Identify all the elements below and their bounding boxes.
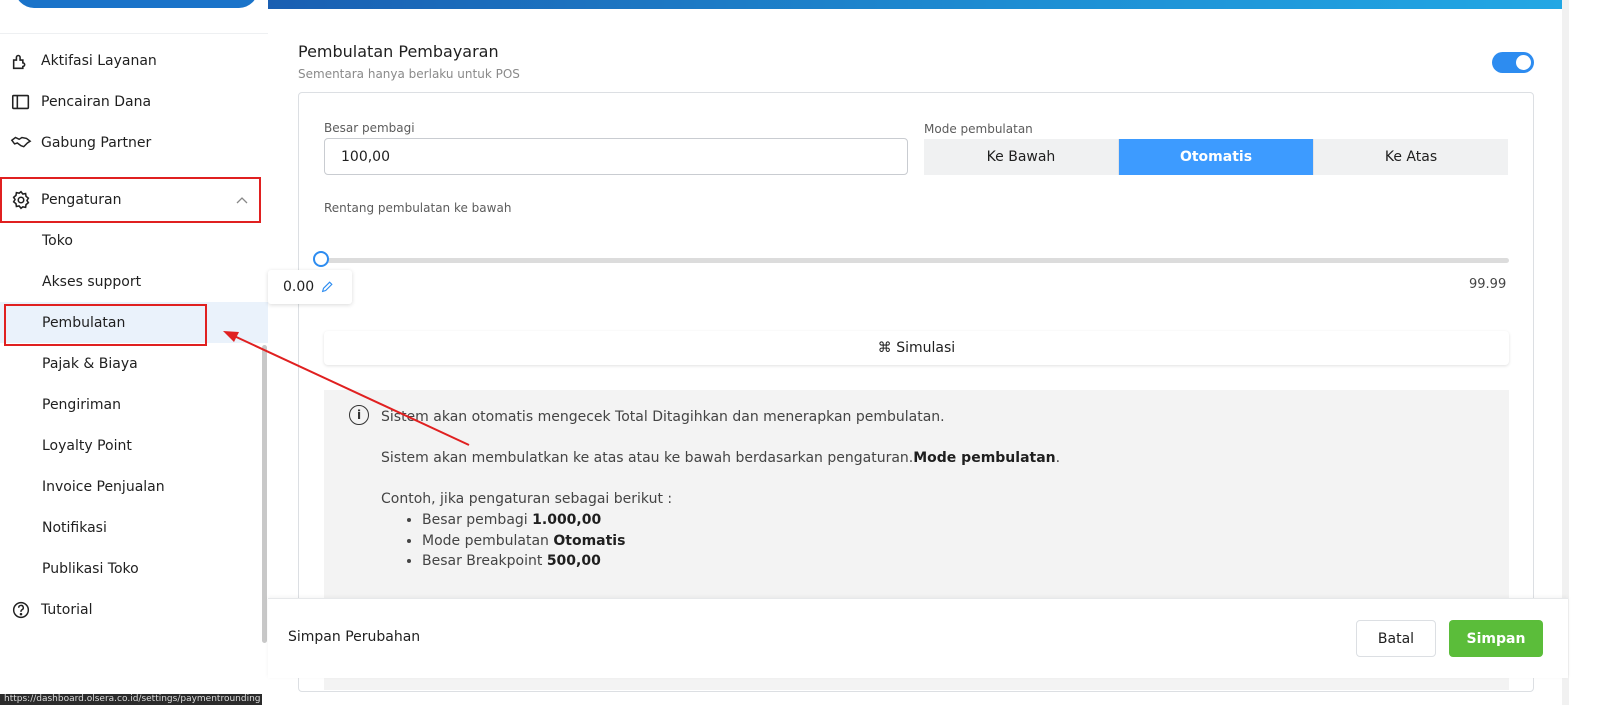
rounding-toggle[interactable] [1492,52,1534,73]
range-slider-track[interactable] [324,258,1509,263]
sidebar-item-label: Pengiriman [42,396,121,413]
highlight-box-pembulatan [4,304,207,346]
example-list: Besar pembagi 1.000,00 Mode pembulatan O… [422,512,625,574]
sidebar-item-label: Loyalty Point [42,437,132,454]
wallet-icon [10,91,32,113]
list-item-text: Besar Breakpoint [422,553,547,569]
sidebar-scrollbar[interactable] [262,345,267,643]
save-button[interactable]: Simpan [1449,620,1543,657]
pencil-icon[interactable] [320,280,334,294]
sidebar-item-label: Pajak & Biaya [42,355,138,372]
sidebar-item-label: Notifikasi [42,519,107,536]
toggle-knob [1516,55,1531,70]
range-slider-thumb[interactable] [313,251,329,267]
list-item-value: 500,00 [546,553,601,569]
info-icon: i [349,405,369,425]
sidebar-item-pengiriman[interactable]: Pengiriman [0,384,268,425]
simulate-button[interactable]: ⌘ Simulasi [324,331,1509,365]
sidebar-top-button[interactable] [15,0,258,8]
list-item: Mode pembulatan Otomatis [422,533,625,554]
page-subtitle: Sementara hanya berlaku untuk POS [298,67,520,81]
sidebar-item-label: Tutorial [41,601,93,618]
list-item: Besar Breakpoint 500,00 [422,553,625,574]
mode-option-otomatis[interactable]: Otomatis [1119,139,1314,175]
sidebar-item-pajak-biaya[interactable]: Pajak & Biaya [0,343,268,384]
save-footer: Simpan Perubahan Batal Simpan [268,598,1568,678]
sidebar-item-publikasi-toko[interactable]: Publikasi Toko [0,548,268,589]
slider-value-box[interactable]: 0.00 [268,270,352,304]
info-line-3: Contoh, jika pengaturan sebagai berikut … [381,491,673,507]
sidebar-item-toko[interactable]: Toko [0,220,268,261]
mode-option-ke-atas[interactable]: Ke Atas [1314,139,1508,175]
sidebar-item-akses-support[interactable]: Akses support [0,261,268,302]
list-item-text: Besar pembagi [422,512,533,528]
footer-title: Simpan Perubahan [288,629,421,645]
sidebar-item-pencairan-dana[interactable]: Pencairan Dana [0,81,268,122]
list-item-value: 1.000,00 [532,512,602,528]
mode-option-ke-bawah[interactable]: Ke Bawah [924,139,1119,175]
sidebar-item-label: Pencairan Dana [41,93,152,110]
sidebar-item-aktifasi-layanan[interactable]: Aktifasi Layanan [0,40,268,81]
url-status-bar: https://dashboard.olsera.co.id/settings/… [0,694,262,705]
info-line-2: Sistem akan membulatkan ke atas atau ke … [381,450,1060,466]
range-label: Rentang pembulatan ke bawah [324,201,512,215]
puzzle-icon [10,50,32,72]
sidebar-item-invoice-penjualan[interactable]: Invoice Penjualan [0,466,268,507]
page-title: Pembulatan Pembayaran [298,42,499,61]
sidebar-item-label: Toko [42,232,73,249]
sidebar-item-notifikasi[interactable]: Notifikasi [0,507,268,548]
slider-current-value: 0.00 [283,279,315,295]
divider [0,33,268,34]
sidebar-item-label: Publikasi Toko [42,560,139,577]
info-line-1: Sistem akan otomatis mengecek Total Dita… [381,409,945,425]
sidebar: Aktifasi Layanan Pencairan Dana Gabung P… [0,0,272,705]
sidebar-item-label: Akses support [42,273,142,290]
info-text: . [1055,450,1061,466]
sidebar-item-tutorial[interactable]: Tutorial [0,589,268,630]
sidebar-item-label: Aktifasi Layanan [41,52,157,69]
info-bold-text: Mode pembulatan [913,450,1056,466]
handshake-icon [10,132,32,154]
help-circle-icon [10,599,32,621]
sidebar-item-gabung-partner[interactable]: Gabung Partner [0,122,268,163]
slider-max-value: 99.99 [1469,277,1507,292]
list-item-text: Mode pembulatan [422,532,554,549]
top-header-bar [268,0,1562,9]
cancel-button[interactable]: Batal [1356,620,1436,657]
divider-input[interactable]: 100,00 [324,138,908,175]
list-item-value: Otomatis [553,532,626,549]
highlight-box-pengaturan [0,177,261,223]
sidebar-item-loyalty-point[interactable]: Loyalty Point [0,425,268,466]
sidebar-item-label: Invoice Penjualan [42,478,165,495]
sidebar-item-label: Gabung Partner [41,134,152,151]
divider-label: Besar pembagi [324,121,415,135]
mode-selector: Ke Bawah Otomatis Ke Atas [924,139,1508,175]
mode-label: Mode pembulatan [924,122,1033,136]
list-item: Besar pembagi 1.000,00 [422,512,625,533]
main-content: Pembulatan Pembayaran Sementara hanya be… [268,0,1600,705]
info-text: Sistem akan membulatkan ke atas atau ke … [381,450,914,466]
